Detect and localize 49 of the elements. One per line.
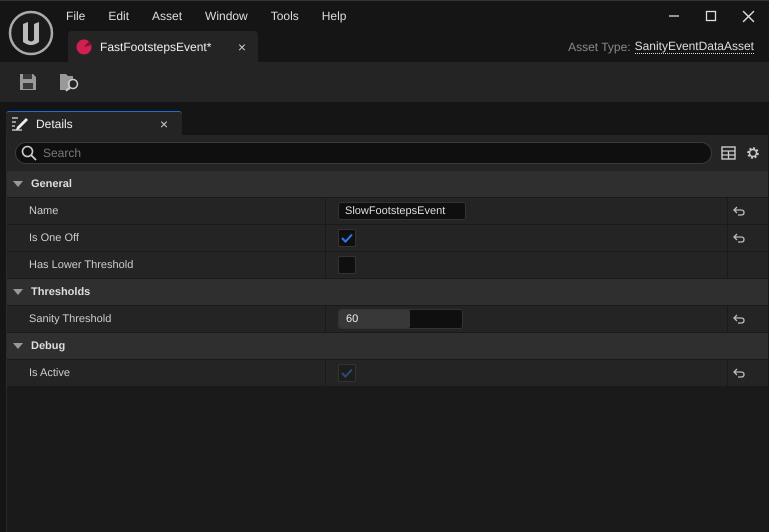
caret-icon: [13, 342, 23, 350]
maximize-icon[interactable]: [705, 10, 717, 22]
asset-type-label: Asset Type:: [568, 40, 631, 54]
property-label: Has Lower Threshold: [29, 259, 134, 271]
section-header[interactable]: General: [7, 171, 768, 198]
reset-icon[interactable]: [733, 314, 745, 324]
settings-icon[interactable]: [745, 145, 761, 161]
section-title: Thresholds: [31, 286, 90, 298]
folder-search-icon[interactable]: [59, 72, 81, 92]
check-icon: [341, 368, 353, 378]
menu-item[interactable]: Window: [205, 9, 248, 23]
close-tab-button[interactable]: ×: [238, 38, 246, 54]
menu-item[interactable]: Tools: [270, 9, 299, 23]
property-label: Name: [29, 205, 58, 217]
menu-item[interactable]: Asset: [152, 9, 182, 23]
section-header[interactable]: Debug: [7, 333, 768, 360]
check-icon: [341, 233, 353, 243]
search-icon: [21, 145, 37, 161]
asset-type-link[interactable]: SanityEventDataAsset: [634, 39, 754, 54]
menu-item[interactable]: Edit: [108, 9, 130, 23]
caret-icon: [13, 180, 23, 188]
reset-icon[interactable]: [733, 206, 745, 216]
search-field[interactable]: Search: [15, 142, 712, 164]
tab-title: FastFootstepsEvent*: [100, 40, 212, 54]
menu-item[interactable]: File: [66, 9, 86, 23]
checkbox[interactable]: [338, 256, 356, 274]
caret-icon: [13, 288, 23, 296]
checkbox[interactable]: [338, 229, 356, 247]
section-title: Debug: [31, 340, 66, 352]
menu-item[interactable]: Help: [322, 9, 346, 23]
logo-icon[interactable]: [8, 10, 54, 56]
section-title: General: [31, 178, 72, 190]
pencil-icon: [12, 116, 29, 131]
reset-icon[interactable]: [733, 233, 745, 243]
property-label: Sanity Threshold: [29, 313, 112, 325]
tab-title: Details: [36, 116, 73, 130]
property-label: Is Active: [29, 367, 70, 379]
asset-icon: [76, 38, 92, 54]
close-icon[interactable]: [742, 10, 755, 22]
slider[interactable]: 60: [338, 309, 463, 329]
property-label: Is One Off: [29, 232, 79, 244]
document-tab[interactable]: FastFootstepsEvent* ×: [68, 31, 258, 62]
table-icon[interactable]: [721, 146, 736, 160]
text-field[interactable]: SlowFootstepsEvent: [338, 202, 466, 220]
slider-value: 60: [345, 313, 358, 325]
section-header[interactable]: Thresholds: [7, 279, 768, 306]
close-tab-button[interactable]: ×: [160, 116, 168, 132]
save-icon[interactable]: [19, 73, 37, 91]
details-tab[interactable]: Details ×: [6, 111, 182, 135]
